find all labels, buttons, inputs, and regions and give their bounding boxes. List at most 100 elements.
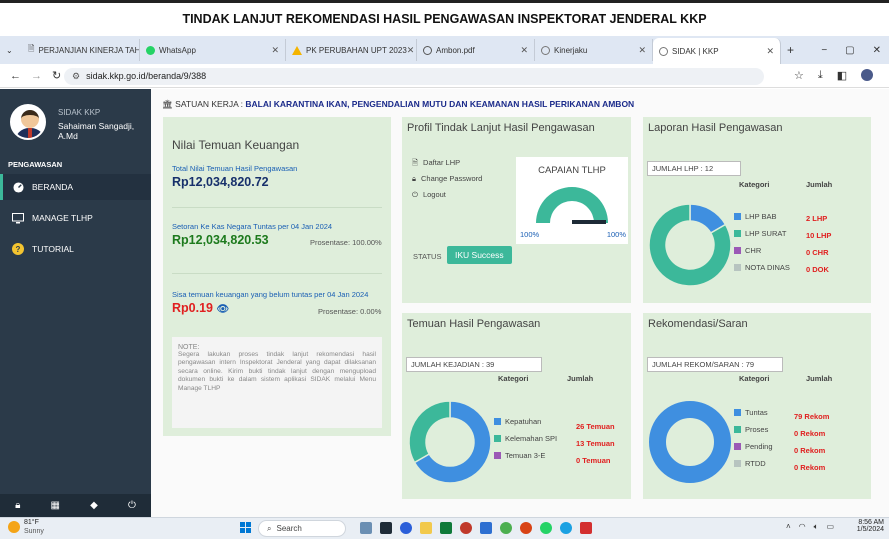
temuan-values: 26 Temuan 13 Temuan 0 Temuan (576, 422, 615, 465)
legend-item: LHP BAB (734, 208, 790, 225)
browser-tab[interactable]: Kinerjaku ✕ (535, 39, 653, 61)
legend-item: CHR (734, 242, 790, 259)
document-icon: 🗎︎ (412, 158, 419, 167)
taskbar-search[interactable]: ⌕ Search (258, 520, 346, 537)
jumlah-kejadian-box: JUMLAH KEJADIAN : 39 (406, 357, 542, 372)
browser-tab[interactable]: 🗎PERJANJIAN KINERJA TAH✕ (22, 39, 140, 61)
divider (172, 207, 382, 208)
column-header-jumlah: Jumlah (806, 374, 833, 383)
close-icon[interactable]: ✕ (407, 45, 415, 56)
download-icon[interactable]: ⤓ (818, 69, 823, 82)
lock-icon[interactable]: 🔒︎ (15, 500, 20, 511)
status-label: STATUS (413, 252, 442, 261)
laporan-donut-chart (648, 203, 732, 287)
total-label: Total Nilai Temuan Hasil Pengawasan (172, 164, 298, 173)
battery-icon[interactable]: ▭ (826, 522, 834, 532)
gauge-icon (12, 181, 24, 193)
close-icon[interactable]: ✕ (638, 45, 646, 56)
user-title: A.Md (58, 131, 78, 141)
sidebar-item-beranda[interactable]: BERANDA (0, 174, 151, 200)
logout-link[interactable]: ⏻ Logout (412, 187, 482, 203)
browser-tab[interactable]: WhatsApp ✕ (140, 39, 286, 61)
column-header-kategori: Kategori (498, 374, 529, 383)
windows-start-icon[interactable] (240, 522, 252, 534)
drive-icon (292, 45, 302, 55)
opera-icon[interactable] (460, 522, 472, 534)
jumlah-rekom-box: JUMLAH REKOM/SARAN : 79 (647, 357, 783, 372)
clock[interactable]: 8:56 AM 1/5/2024 (848, 519, 884, 533)
tag-icon[interactable]: ◆ (90, 500, 98, 511)
setoran-value: Rp12,034,820.53 (172, 233, 269, 247)
laporan-values: 2 LHP 10 LHP 0 CHR 0 DOK (806, 214, 832, 274)
whatsapp-icon[interactable] (540, 522, 552, 534)
url-field[interactable]: ⚙ sidak.kkp.go.id/beranda/9/388 (64, 68, 764, 85)
column-header-jumlah: Jumlah (806, 180, 833, 189)
satker-row: 🏛︎ SATUAN KERJA : BALAI KARANTINA IKAN, … (162, 99, 635, 109)
plus-icon: + (787, 43, 795, 57)
whatsapp-icon (146, 45, 155, 55)
star-icon[interactable]: ☆ (794, 69, 804, 82)
close-icon[interactable]: ✕ (271, 45, 279, 56)
profile-icon[interactable] (861, 69, 874, 81)
excel-icon[interactable] (440, 522, 452, 534)
browser-tab[interactable]: Ambon.pdf ✕ (417, 39, 535, 61)
pdf-reader-icon[interactable] (580, 522, 592, 534)
maximize-button[interactable]: ▢ (845, 45, 854, 56)
app-icon[interactable] (520, 522, 532, 534)
weather-temp[interactable]: 81°F (24, 519, 39, 526)
sidebar-item-tutorial[interactable]: ? TUTORIAL (0, 236, 151, 262)
donut-slice (649, 401, 731, 483)
power-icon[interactable]: ⏻ (128, 500, 136, 511)
column-header-kategori: Kategori (739, 180, 770, 189)
search-icon: ⌕ (267, 524, 272, 533)
sisa-value-row: Rp0.19 👁︎ (172, 301, 230, 315)
reload-icon[interactable]: ↻ (52, 69, 61, 82)
edge-icon[interactable] (400, 522, 412, 534)
site-info-icon: ⚙ (72, 71, 81, 81)
status-button[interactable]: IKU Success (447, 246, 512, 264)
close-window-button[interactable]: ✕ (873, 45, 881, 56)
wifi-icon[interactable]: ◠ (799, 522, 806, 532)
globe-icon (659, 46, 668, 56)
grid-icon[interactable]: ▦ (51, 500, 60, 511)
eye-icon[interactable]: 👁︎ (216, 304, 229, 315)
forward-icon[interactable]: → (31, 70, 42, 82)
daftar-lhp-link[interactable]: 🗎︎ Daftar LHP (412, 155, 482, 171)
tab-list-button[interactable]: ⌄ (0, 39, 22, 61)
monitor-icon (12, 212, 24, 224)
browser-icon[interactable] (560, 522, 572, 534)
rekom-values: 79 Rekom 0 Rekom 0 Rekom 0 Rekom (794, 412, 830, 472)
card-title: Nilai Temuan Keuangan (172, 138, 300, 152)
donut-slice (408, 400, 451, 464)
volume-icon[interactable]: 🔈︎ (814, 522, 819, 532)
browser-tab[interactable]: PK PERUBAHAN UPT 2023 ✕ (286, 39, 417, 61)
temuan-legend: Kepatuhan Kelemahan SPI Temuan 3-E (494, 413, 557, 464)
capaian-gauge-card: CAPAIAN TLHP 100% 100% (516, 157, 628, 244)
new-tab-button[interactable]: + (781, 39, 801, 61)
column-header-jumlah: Jumlah (567, 374, 594, 383)
close-icon[interactable]: ✕ (520, 45, 528, 56)
file-explorer-icon[interactable] (420, 522, 432, 534)
banner-title: TINDAK LANJUT REKOMENDASI HASIL PENGAWAS… (0, 0, 889, 36)
legend-item: RTDD (734, 455, 773, 472)
weather-desc: Sunny (24, 528, 44, 535)
sidebar-item-manage-tlhp[interactable]: MANAGE TLHP (0, 205, 151, 231)
note-box: NOTE: Segera lakukan proses tindak lanju… (172, 337, 382, 428)
card-title: Rekomendasi/Saran (648, 318, 748, 330)
legend-item: Temuan 3-E (494, 447, 557, 464)
rekom-legend: Tuntas Proses Pending RTDD (734, 404, 773, 472)
sidepanel-icon[interactable]: ◧ (837, 69, 847, 82)
chevron-up-icon[interactable]: ˄ (786, 522, 791, 532)
task-view-icon[interactable] (380, 522, 392, 534)
setoran-label: Setoran Ke Kas Negara Tuntas per 04 Jan … (172, 222, 333, 231)
browser-tab-active[interactable]: SIDAK | KKP ✕ (653, 38, 781, 64)
change-password-link[interactable]: 🔒︎ Change Password (412, 171, 482, 187)
lock-icon: 🔒︎ (412, 174, 416, 183)
chrome-icon[interactable] (500, 522, 512, 534)
chevron-down-icon: ⌄ (6, 45, 13, 55)
widgets-icon[interactable] (360, 522, 372, 534)
word-icon[interactable] (480, 522, 492, 534)
minimize-button[interactable]: − (821, 45, 827, 56)
back-icon[interactable]: ← (10, 70, 21, 82)
close-icon[interactable]: ✕ (766, 46, 774, 57)
